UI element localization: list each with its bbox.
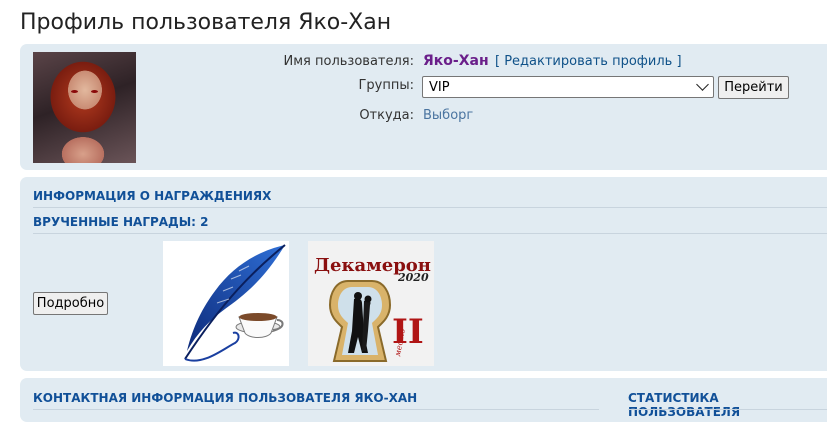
awards-count-heading: ВРУЧЕННЫЕ НАГРАДЫ: 2 bbox=[33, 215, 209, 229]
chevron-down-icon bbox=[696, 78, 709, 91]
award-feather-image[interactable] bbox=[163, 241, 289, 366]
go-button[interactable]: Перейти bbox=[718, 76, 789, 99]
details-button[interactable]: Подробно bbox=[33, 292, 108, 315]
contact-heading: КОНТАКТНАЯ ИНФОРМАЦИЯ ПОЛЬЗОВАТЕЛЯ ЯКО-Х… bbox=[33, 391, 418, 405]
divider bbox=[33, 207, 827, 208]
stats-heading: СТАТИСТИКА ПОЛЬЗОВАТЕЛЯ bbox=[628, 391, 741, 419]
feather-icon bbox=[184, 244, 286, 362]
award-decameron-image[interactable]: Декамерон 2020 II место bbox=[308, 241, 434, 366]
edit-profile-link[interactable]: Редактировать профиль bbox=[504, 54, 672, 69]
username-label: Имя пользователя: bbox=[283, 54, 414, 69]
bracket-close: ] bbox=[676, 54, 682, 69]
keyhole-couple-icon: Декамерон 2020 II место bbox=[308, 241, 434, 366]
divider bbox=[628, 409, 827, 410]
username-value: Яко-Хан bbox=[423, 53, 489, 69]
awards-info-heading: ИНФОРМАЦИЯ О НАГРАЖДЕНИЯХ bbox=[33, 189, 272, 203]
divider bbox=[33, 233, 827, 234]
groups-select[interactable]: VIP bbox=[422, 76, 714, 98]
from-value: Выборг bbox=[423, 108, 474, 123]
decameron-year: 2020 bbox=[397, 271, 429, 284]
bracket-open: [ bbox=[495, 54, 501, 69]
groups-label: Группы: bbox=[358, 78, 414, 93]
groups-select-value: VIP bbox=[429, 80, 450, 95]
divider bbox=[33, 409, 599, 410]
avatar bbox=[33, 52, 136, 163]
edit-profile-link-wrapper: [ Редактировать профиль ] bbox=[495, 54, 682, 69]
from-label: Откуда: bbox=[359, 108, 414, 123]
page-title: Профиль пользователя Яко-Хан bbox=[20, 10, 392, 35]
